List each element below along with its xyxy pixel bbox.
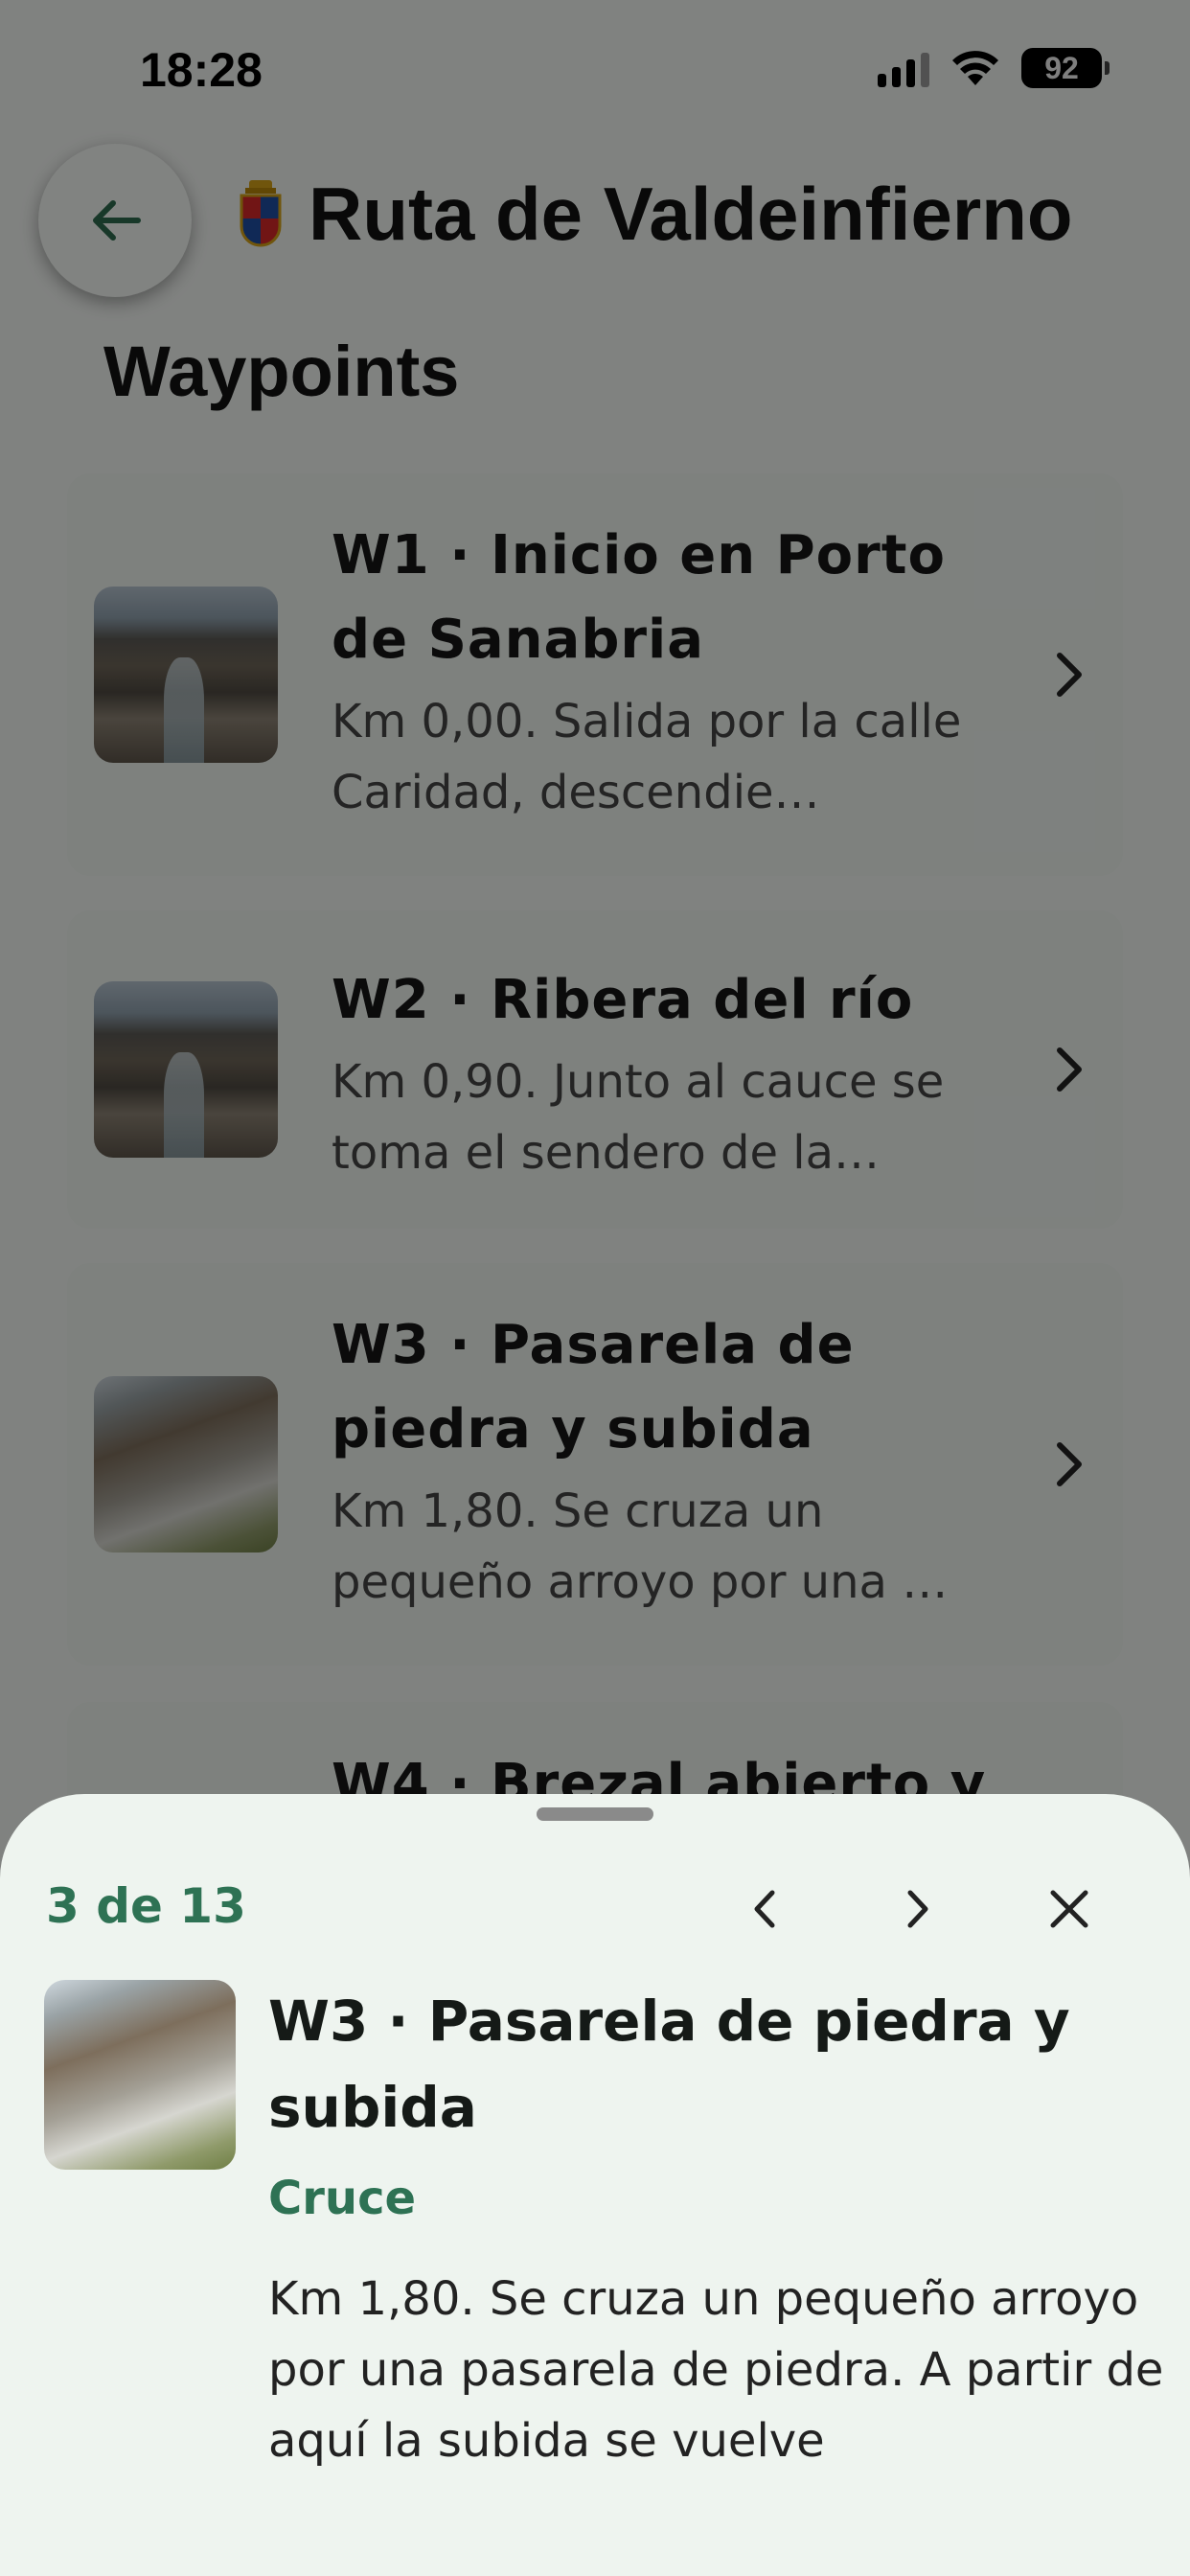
chevron-right-icon — [907, 1890, 928, 1928]
screen: 18:28 92 Ruta de Valdeinfierno Waypoints… — [0, 0, 1190, 2576]
waypoint-category: Cruce — [268, 2172, 417, 2225]
waypoint-counter: 3 de 13 — [46, 1878, 246, 1934]
close-icon — [1050, 1890, 1088, 1928]
chevron-left-icon — [754, 1890, 775, 1928]
waypoint-photo[interactable] — [44, 1980, 236, 2170]
waypoint-detail-title: W3 · Pasarela de piedra y subida — [268, 1989, 1070, 2140]
close-sheet-button[interactable] — [1031, 1871, 1108, 1947]
waypoint-detail-description: Km 1,80. Se cruza un pequeño arroyo por … — [268, 2272, 1164, 2468]
sheet-grabber[interactable] — [537, 1807, 653, 1821]
next-waypoint-button[interactable] — [880, 1871, 956, 1947]
waypoint-bottom-sheet: 3 de 13 W3 · Pasarela de piedra y subida… — [0, 1794, 1190, 2576]
previous-waypoint-button[interactable] — [726, 1871, 803, 1947]
